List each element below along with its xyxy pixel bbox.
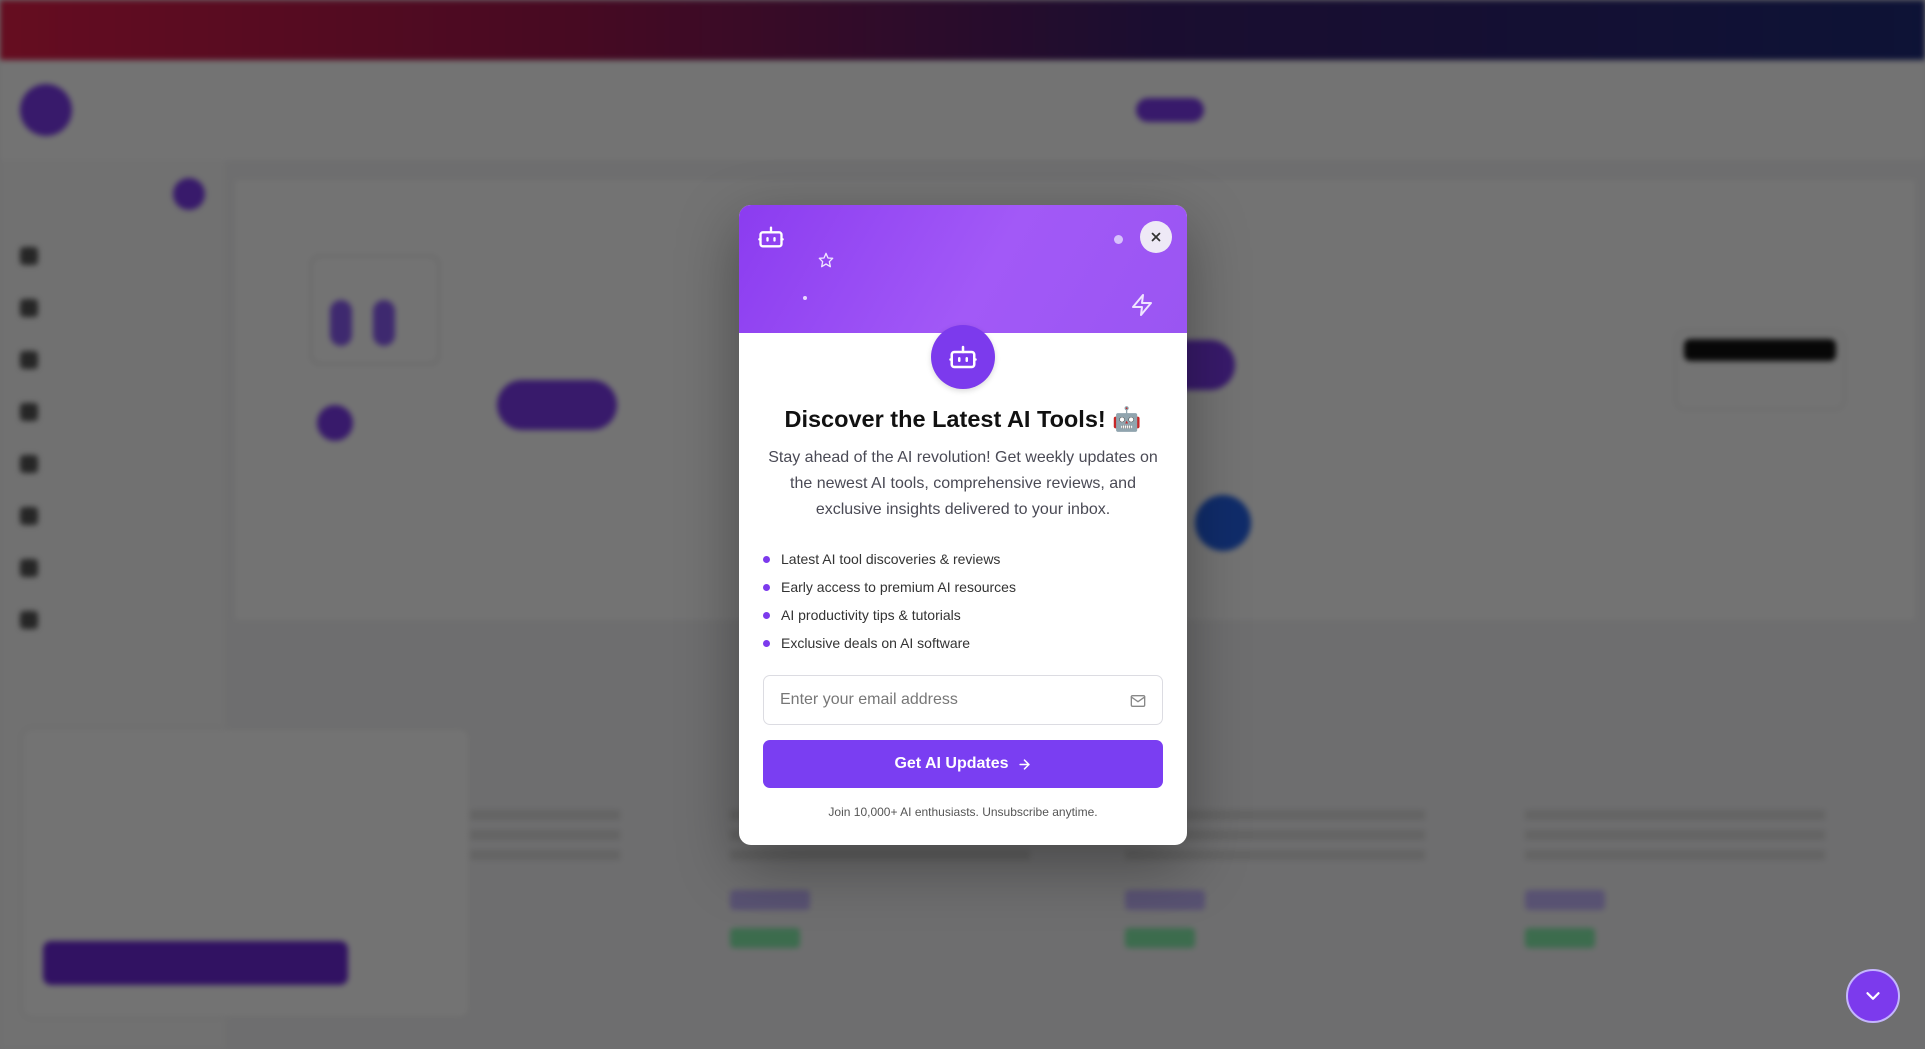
feature-item: Early access to premium AI resources bbox=[763, 573, 1016, 601]
feature-item: AI productivity tips & tutorials bbox=[763, 601, 1016, 629]
zap-icon bbox=[1132, 294, 1152, 316]
robot-icon bbox=[758, 226, 784, 248]
sparkle-dot bbox=[803, 296, 807, 300]
email-input[interactable] bbox=[764, 677, 1104, 723]
mail-icon bbox=[1130, 695, 1146, 707]
feature-text: Exclusive deals on AI software bbox=[781, 635, 971, 651]
scroll-down-button[interactable] bbox=[1846, 969, 1900, 1023]
modal-title: Discover the Latest AI Tools! 🤖 bbox=[784, 406, 1142, 432]
get-updates-label: Get AI Updates bbox=[894, 755, 1009, 772]
modal-footnote: Join 10,000+ AI enthusiasts. Unsubscribe… bbox=[828, 805, 1098, 819]
modal-header-banner bbox=[739, 205, 1187, 333]
robot-icon bbox=[949, 345, 977, 369]
feature-text: AI productivity tips & tutorials bbox=[781, 607, 961, 623]
bullet-icon bbox=[763, 639, 770, 647]
modal-description: Stay ahead of the AI revolution! Get wee… bbox=[768, 449, 1158, 518]
chevron-down-icon bbox=[1866, 992, 1880, 1000]
feature-item: Latest AI tool discoveries & reviews bbox=[763, 545, 1016, 573]
feature-text: Early access to premium AI resources bbox=[781, 579, 1016, 595]
arrow-right-icon bbox=[1018, 758, 1030, 770]
bullet-icon bbox=[763, 583, 770, 591]
close-icon bbox=[1151, 232, 1161, 242]
bullet-icon bbox=[763, 611, 770, 619]
newsletter-modal: Discover the Latest AI Tools! 🤖 Stay ahe… bbox=[739, 205, 1187, 845]
feature-list: Latest AI tool discoveries & reviews Ear… bbox=[763, 545, 1016, 657]
get-updates-button[interactable]: Get AI Updates bbox=[763, 740, 1163, 788]
sparkle-dot bbox=[1114, 235, 1123, 244]
email-field-wrapper bbox=[763, 675, 1163, 725]
center-avatar bbox=[931, 325, 995, 389]
feature-item: Exclusive deals on AI software bbox=[763, 629, 1016, 657]
bullet-icon bbox=[763, 555, 770, 563]
feature-text: Latest AI tool discoveries & reviews bbox=[781, 551, 1001, 567]
close-button[interactable] bbox=[1140, 221, 1172, 253]
star-icon bbox=[818, 252, 834, 268]
